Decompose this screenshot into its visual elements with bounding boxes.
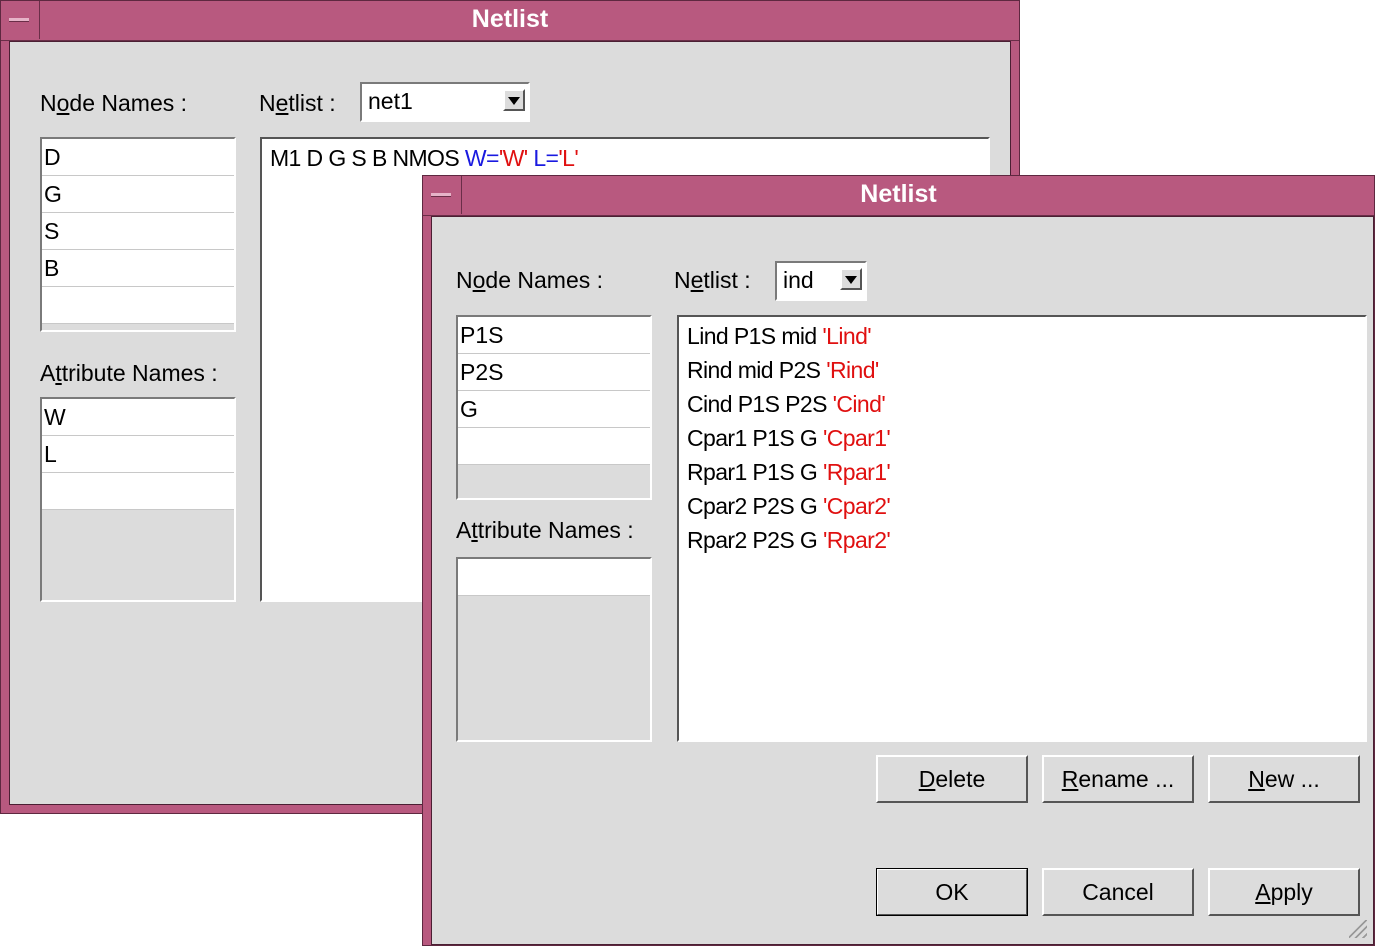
attribute-value: 'Cpar2'	[822, 493, 891, 519]
attribute-value: 'W'	[498, 145, 528, 171]
attribute-value: 'Rind'	[826, 357, 879, 383]
list-item[interactable]: S	[42, 213, 234, 250]
list-item[interactable]	[42, 287, 234, 324]
netlist-label: Netlist :	[674, 267, 751, 293]
window-title: Netlist	[471, 5, 549, 33]
attribute-key: W=	[464, 145, 500, 171]
resize-grip-icon[interactable]	[1349, 920, 1367, 938]
netlist-line: Rpar1 P1S G 'Rpar1'	[687, 455, 1357, 489]
netlist-select-value: ind	[783, 267, 814, 293]
netlist-line: Cpar1 P1S G 'Cpar1'	[687, 421, 1357, 455]
attribute-value: 'Cpar1'	[822, 425, 891, 451]
cancel-button[interactable]: Cancel	[1042, 868, 1194, 916]
netlist-line-text: Lind P1S mid	[687, 323, 823, 349]
list-item[interactable]: G	[458, 391, 650, 428]
netlist-line-text: M1 D G S B NMOS	[270, 145, 465, 171]
list-item[interactable]	[458, 559, 650, 596]
netlist-line-text: Cpar2 P2S G	[687, 493, 823, 519]
netlist-line: Cpar2 P2S G 'Cpar2'	[687, 489, 1357, 523]
list-item[interactable]: W	[42, 399, 234, 436]
list-item[interactable]: P1S	[458, 317, 650, 354]
list-item[interactable]	[42, 473, 234, 510]
list-item[interactable]: B	[42, 250, 234, 287]
attribute-value: 'L'	[558, 145, 579, 171]
list-item[interactable]	[458, 428, 650, 465]
netlist-line: Rpar2 P2S G 'Rpar2'	[687, 523, 1357, 557]
list-item[interactable]: G	[42, 176, 234, 213]
front-dialog-body: Node Names : Netlist : ind P1S P2S G Att…	[431, 216, 1374, 945]
node-names-list[interactable]: D G S B	[40, 137, 236, 332]
node-names-label: Node Names :	[40, 90, 188, 116]
apply-button[interactable]: Apply	[1208, 868, 1360, 916]
attribute-names-list[interactable]: W L	[40, 397, 236, 602]
attribute-names-label: Attribute Names :	[456, 517, 634, 543]
attribute-value: 'Rpar1'	[822, 459, 891, 485]
front-netlist-window: Netlist Node Names : Netlist : ind P1S P…	[422, 175, 1375, 946]
netlist-select[interactable]: ind	[775, 261, 867, 301]
front-titlebar[interactable]: Netlist	[423, 176, 1374, 216]
attribute-names-label: Attribute Names :	[40, 360, 218, 386]
netlist-line-text: Rind mid P2S	[687, 357, 827, 383]
node-names-list[interactable]: P1S P2S G	[456, 315, 652, 500]
chevron-down-icon[interactable]	[503, 89, 525, 111]
netlist-line-text: Cind P1S P2S	[687, 391, 833, 417]
list-item[interactable]: P2S	[458, 354, 650, 391]
delete-button[interactable]: Delete	[876, 755, 1028, 803]
back-titlebar[interactable]: Netlist	[1, 1, 1019, 41]
chevron-down-icon[interactable]	[840, 268, 862, 290]
list-item[interactable]: D	[42, 139, 234, 176]
netlist-line-text: Rpar2 P2S G	[687, 527, 823, 553]
list-item[interactable]: L	[42, 436, 234, 473]
attribute-value: 'Rpar2'	[822, 527, 891, 553]
attribute-names-list[interactable]	[456, 557, 652, 742]
netlist-line-text: Cpar1 P1S G	[687, 425, 823, 451]
attribute-value: 'Lind'	[822, 323, 872, 349]
netlist-select-value: net1	[368, 88, 413, 114]
window-title: Netlist	[860, 180, 937, 208]
rename-button[interactable]: Rename ...	[1042, 755, 1194, 803]
netlist-line-text: Rpar1 P1S G	[687, 459, 823, 485]
ok-button[interactable]: OK	[876, 868, 1028, 916]
netlist-line: Lind P1S mid 'Lind'	[687, 319, 1357, 353]
attribute-value: 'Cind'	[832, 391, 886, 417]
netlist-text-area[interactable]: Lind P1S mid 'Lind' Rind mid P2S 'Rind' …	[677, 315, 1367, 742]
netlist-line: Cind P1S P2S 'Cind'	[687, 387, 1357, 421]
new-button[interactable]: New ...	[1208, 755, 1360, 803]
netlist-select[interactable]: net1	[360, 82, 530, 122]
netlist-label: Netlist :	[259, 90, 336, 116]
ok-button-label: OK	[935, 879, 969, 905]
netlist-line: M1 D G S B NMOS W='W' L='L'	[270, 145, 579, 171]
attribute-key: L=	[533, 145, 559, 171]
cancel-button-label: Cancel	[1082, 879, 1154, 905]
node-names-label: Node Names :	[456, 267, 604, 293]
netlist-line: Rind mid P2S 'Rind'	[687, 353, 1357, 387]
